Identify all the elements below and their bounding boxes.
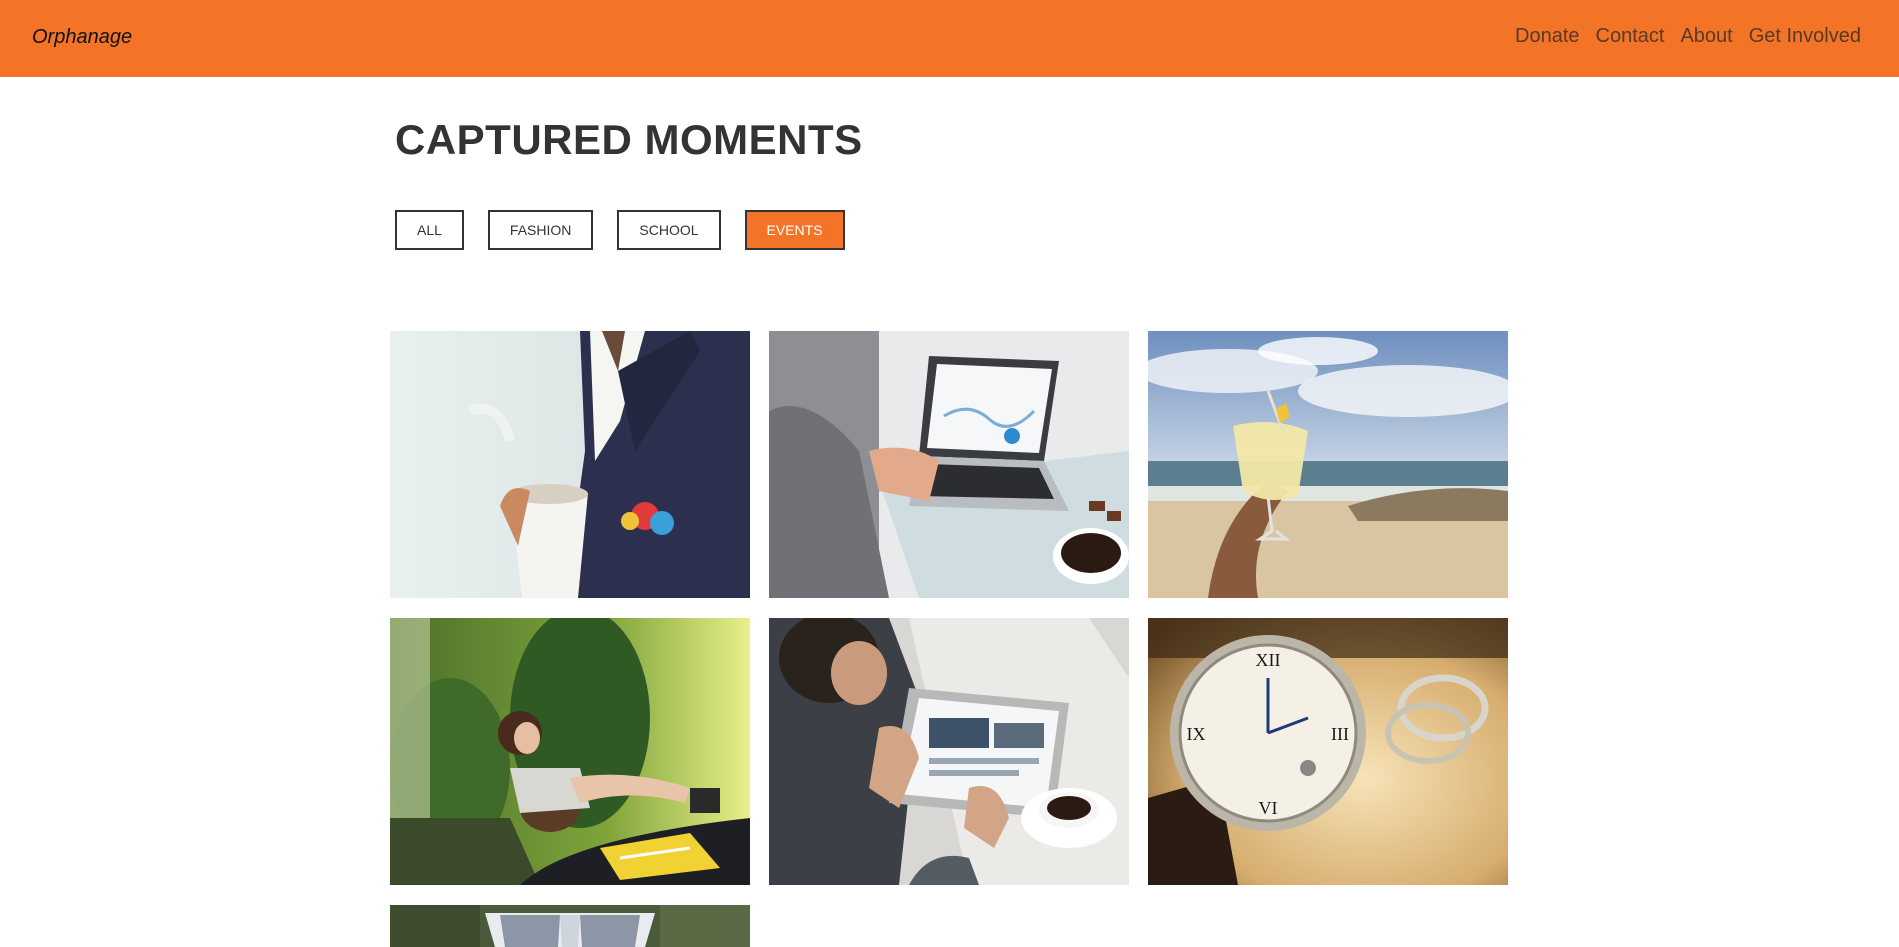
watch-photo: XII III VI IX: [1148, 618, 1508, 885]
tablet-photo: [769, 618, 1129, 885]
gallery-image-laptop[interactable]: [769, 331, 1129, 598]
nav-about-link[interactable]: About: [1680, 25, 1732, 48]
filter-events-button[interactable]: EVENTS: [744, 210, 845, 250]
svg-text:VI: VI: [1259, 798, 1278, 818]
gallery-image-motorcycle[interactable]: [390, 618, 750, 885]
brand-logo[interactable]: Orphanage: [32, 26, 132, 49]
suit-coffee-photo: [390, 331, 750, 598]
gallery-image-beach-drink[interactable]: [1148, 331, 1508, 598]
filter-school-button[interactable]: SCHOOL: [617, 210, 721, 250]
gallery-image-vest-tie[interactable]: [390, 905, 750, 947]
svg-text:XII: XII: [1256, 650, 1281, 670]
filter-fashion-button[interactable]: FASHION: [487, 210, 594, 250]
nav-contact-link[interactable]: Contact: [1596, 25, 1665, 48]
svg-text:IX: IX: [1187, 724, 1206, 744]
laptop-photo: [769, 331, 1129, 598]
top-navbar: Orphanage Donate Contact About Get Invol…: [0, 0, 1899, 77]
nav-get-involved-link[interactable]: Get Involved: [1749, 25, 1861, 48]
gallery-image-suit-coffee[interactable]: [390, 331, 750, 598]
svg-text:III: III: [1331, 724, 1349, 744]
filter-all-button[interactable]: ALL: [395, 210, 464, 250]
gallery-image-watch[interactable]: XII III VI IX: [1148, 618, 1508, 885]
beach-drink-photo: [1148, 331, 1508, 598]
nav-donate-link[interactable]: Donate: [1515, 25, 1580, 48]
motorcycle-photo: [390, 618, 750, 885]
vest-tie-photo: [390, 905, 750, 947]
gallery-filter-bar: ALL FASHION SCHOOL EVENTS: [395, 210, 845, 250]
page-title: CAPTURED MOMENTS: [395, 116, 863, 163]
main-nav: Donate Contact About Get Involved: [1515, 25, 1861, 48]
gallery-image-tablet[interactable]: [769, 618, 1129, 885]
